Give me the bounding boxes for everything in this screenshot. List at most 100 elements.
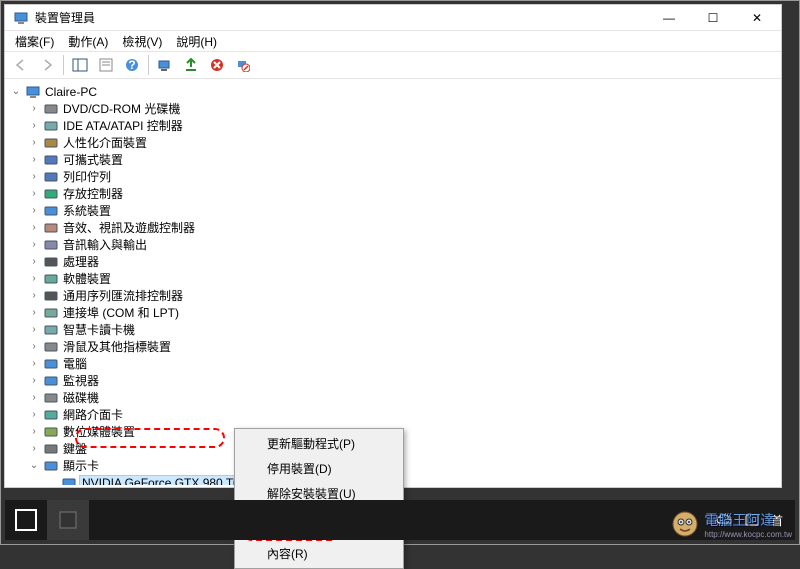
menubar: 檔案(F) 動作(A) 檢視(V) 說明(H) bbox=[5, 31, 781, 51]
tree-category[interactable]: › 存放控制器 bbox=[23, 185, 781, 202]
watermark-url: http://www.kocpc.com.tw bbox=[704, 530, 792, 539]
window-controls: — ☐ ✕ bbox=[647, 5, 779, 31]
tree-category[interactable]: ›軟體裝置 bbox=[23, 270, 781, 287]
expand-icon[interactable]: › bbox=[27, 273, 41, 284]
titlebar: 裝置管理員 — ☐ ✕ bbox=[5, 5, 781, 31]
tree-category[interactable]: › 通用序列匯流排控制器 bbox=[23, 287, 781, 304]
taskbar-app-icon[interactable] bbox=[5, 500, 47, 540]
category-label: 鍵盤 bbox=[61, 440, 89, 457]
category-label: 連接埠 (COM 和 LPT) bbox=[61, 304, 181, 321]
tree-category[interactable]: ›監視器 bbox=[23, 372, 781, 389]
tree-category[interactable]: › 系統裝置 bbox=[23, 202, 781, 219]
category-icon bbox=[43, 271, 59, 287]
expand-icon[interactable]: › bbox=[27, 137, 41, 148]
category-label: 音訊輸入與輸出 bbox=[61, 236, 149, 253]
expand-icon[interactable]: › bbox=[27, 392, 41, 403]
tree-category[interactable]: › 音效、視訊及遊戲控制器 bbox=[23, 219, 781, 236]
tree-category[interactable]: › 音訊輸入與輸出 bbox=[23, 236, 781, 253]
category-label: 存放控制器 bbox=[61, 185, 125, 202]
tree-category[interactable]: › 智慧卡讀卡機 bbox=[23, 321, 781, 338]
expand-icon[interactable]: › bbox=[27, 443, 41, 454]
forward-button[interactable] bbox=[35, 53, 59, 77]
category-icon bbox=[43, 441, 59, 457]
menu-help[interactable]: 說明(H) bbox=[170, 31, 223, 52]
expand-icon[interactable]: › bbox=[27, 341, 41, 352]
expand-icon[interactable]: ⌄ bbox=[27, 460, 41, 471]
expand-icon[interactable]: › bbox=[27, 409, 41, 420]
expand-icon[interactable]: › bbox=[27, 375, 41, 386]
category-icon bbox=[43, 220, 59, 236]
expand-icon[interactable]: › bbox=[27, 171, 41, 182]
category-icon bbox=[43, 101, 59, 117]
category-label: 數位媒體裝置 bbox=[61, 423, 137, 440]
category-icon bbox=[43, 186, 59, 202]
expand-icon[interactable]: › bbox=[27, 120, 41, 131]
category-label: 人性化介面裝置 bbox=[61, 134, 149, 151]
category-label: 音效、視訊及遊戲控制器 bbox=[61, 219, 197, 236]
tree-category[interactable]: ›IDE ATA/ATAPI 控制器 bbox=[23, 117, 781, 134]
toolbar-separator bbox=[63, 55, 64, 75]
device-manager-window: 裝置管理員 — ☐ ✕ 檔案(F) 動作(A) 檢視(V) 說明(H) ? bbox=[4, 4, 782, 488]
context-menu: 更新驅動程式(P) 停用裝置(D) 解除安裝裝置(U) 掃描硬體變更(A) 內容… bbox=[234, 428, 404, 569]
expand-icon[interactable]: › bbox=[27, 239, 41, 250]
update-driver-button[interactable] bbox=[179, 53, 203, 77]
root-label: Claire-PC bbox=[43, 85, 99, 99]
category-icon bbox=[43, 424, 59, 440]
expand-icon[interactable]: › bbox=[27, 188, 41, 199]
category-label: 處理器 bbox=[61, 253, 101, 270]
close-button[interactable]: ✕ bbox=[735, 5, 779, 31]
category-icon bbox=[43, 390, 59, 406]
menu-action[interactable]: 動作(A) bbox=[62, 31, 114, 52]
expand-icon[interactable]: › bbox=[27, 307, 41, 318]
tree-category[interactable]: ›列印佇列 bbox=[23, 168, 781, 185]
category-label: DVD/CD-ROM 光碟機 bbox=[61, 100, 182, 117]
maximize-button[interactable]: ☐ bbox=[691, 5, 735, 31]
expand-icon[interactable]: › bbox=[27, 324, 41, 335]
tree-category[interactable]: › 人性化介面裝置 bbox=[23, 134, 781, 151]
ctx-disable[interactable]: 停用裝置(D) bbox=[237, 456, 401, 481]
expand-icon[interactable]: ⌄ bbox=[9, 86, 23, 97]
help-button[interactable]: ? bbox=[120, 53, 144, 77]
category-label: 智慧卡讀卡機 bbox=[61, 321, 137, 338]
tree-category[interactable]: ›磁碟機 bbox=[23, 389, 781, 406]
expand-icon[interactable]: › bbox=[27, 256, 41, 267]
scan-hardware-button[interactable] bbox=[153, 53, 177, 77]
tree-category[interactable]: › DVD/CD-ROM 光碟機 bbox=[23, 100, 781, 117]
menu-file[interactable]: 檔案(F) bbox=[9, 31, 60, 52]
category-icon bbox=[43, 322, 59, 338]
back-button[interactable] bbox=[9, 53, 33, 77]
expand-icon[interactable]: › bbox=[27, 205, 41, 216]
category-label: 電腦 bbox=[61, 355, 89, 372]
tree-category[interactable]: › 可攜式裝置 bbox=[23, 151, 781, 168]
category-label: 通用序列匯流排控制器 bbox=[61, 287, 185, 304]
category-label: 系統裝置 bbox=[61, 202, 113, 219]
expand-icon[interactable]: › bbox=[27, 154, 41, 165]
category-icon bbox=[43, 356, 59, 372]
ctx-update-driver[interactable]: 更新驅動程式(P) bbox=[237, 431, 401, 456]
expand-icon[interactable]: › bbox=[27, 426, 41, 437]
gpu-label: NVIDIA GeForce GTX 980 Ti bbox=[79, 475, 238, 486]
expand-icon[interactable]: › bbox=[27, 290, 41, 301]
expand-icon[interactable]: › bbox=[27, 103, 41, 114]
uninstall-button[interactable] bbox=[205, 53, 229, 77]
properties-button[interactable] bbox=[94, 53, 118, 77]
category-label: 滑鼠及其他指標裝置 bbox=[61, 338, 173, 355]
minimize-button[interactable]: — bbox=[647, 5, 691, 31]
device-tree[interactable]: ⌄ Claire-PC › DVD/CD-ROM 光碟機›IDE ATA/ATAP… bbox=[5, 79, 781, 485]
category-label: 可攜式裝置 bbox=[61, 151, 125, 168]
disable-button[interactable] bbox=[231, 53, 255, 77]
tree-category[interactable]: › 連接埠 (COM 和 LPT) bbox=[23, 304, 781, 321]
category-icon bbox=[43, 118, 59, 134]
expand-icon[interactable]: › bbox=[27, 222, 41, 233]
taskbar-app-icon-2[interactable] bbox=[47, 500, 89, 540]
tree-root[interactable]: ⌄ Claire-PC bbox=[5, 83, 781, 100]
tree-category[interactable]: › 電腦 bbox=[23, 355, 781, 372]
expand-icon[interactable]: › bbox=[27, 358, 41, 369]
tree-category[interactable]: › 滑鼠及其他指標裝置 bbox=[23, 338, 781, 355]
tree-category[interactable]: ›網路介面卡 bbox=[23, 406, 781, 423]
tree-category[interactable]: › 處理器 bbox=[23, 253, 781, 270]
category-icon bbox=[43, 169, 59, 185]
tree-device-gpu[interactable]: NVIDIA GeForce GTX 980 Ti bbox=[41, 474, 781, 485]
show-panel-button[interactable] bbox=[68, 53, 92, 77]
menu-view[interactable]: 檢視(V) bbox=[116, 31, 168, 52]
